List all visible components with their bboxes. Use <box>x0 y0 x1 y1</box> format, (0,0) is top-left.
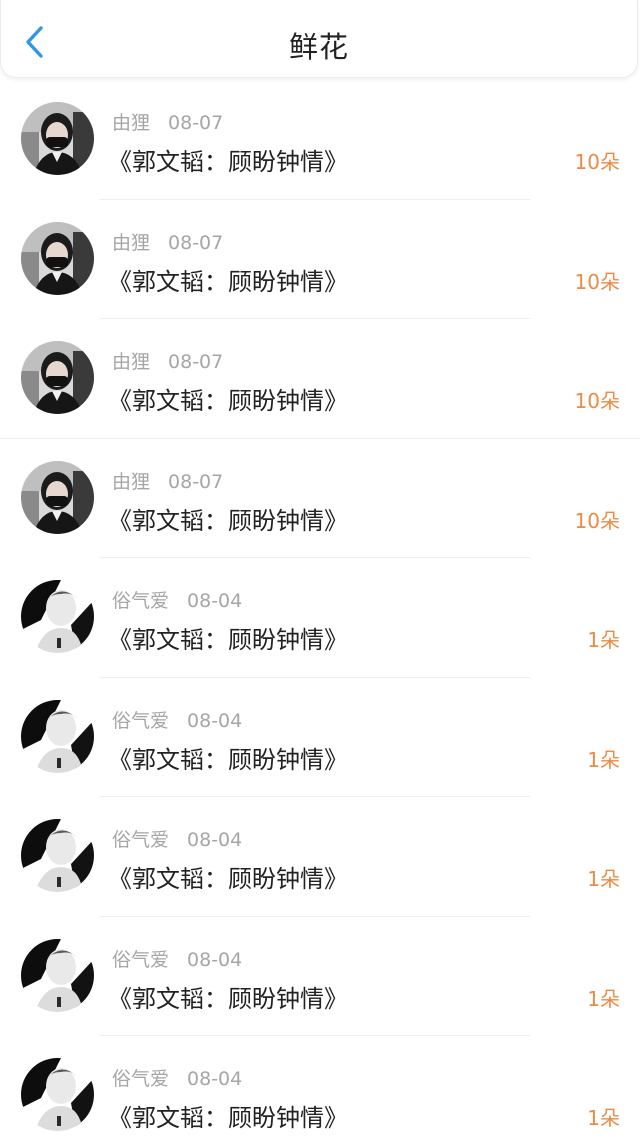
book-title: 《郭文韬：顾盼钟情》 <box>108 267 348 296</box>
date-label: 08-04 <box>187 829 243 851</box>
list-item[interactable]: 由狸 08-07 《郭文韬：顾盼钟情》 10朵 <box>0 200 640 319</box>
avatar[interactable] <box>21 102 94 175</box>
item-meta: 俗气爱 08-04 <box>112 586 242 613</box>
avatar-image <box>21 580 94 653</box>
avatar-image <box>21 699 94 773</box>
screen: 鲜花 由狸 08-07 《郭文韬：顾盼钟情》 10朵 由狸 08-07 《郭文韬… <box>0 0 640 1148</box>
book-title: 《郭文韬：顾盼钟情》 <box>108 1104 348 1132</box>
avatar[interactable] <box>21 938 94 1012</box>
flower-count: 1朵 <box>587 628 620 652</box>
date-label: 08-04 <box>187 948 243 971</box>
date-label: 08-07 <box>168 351 224 373</box>
flower-count: 10朵 <box>574 508 620 533</box>
flower-count: 10朵 <box>574 389 620 413</box>
list-item[interactable]: 由狸 08-07 《郭文韬：顾盼钟情》 10朵 <box>0 319 640 439</box>
avatar-image <box>21 938 94 1012</box>
flower-count: 10朵 <box>574 269 620 294</box>
username: 由狸 <box>112 231 151 254</box>
date-label: 08-04 <box>187 590 243 612</box>
book-title: 《郭文韬：顾盼钟情》 <box>108 387 348 415</box>
date-label: 08-07 <box>168 112 224 134</box>
username: 俗气爱 <box>112 829 170 851</box>
username: 俗气爱 <box>112 709 170 732</box>
avatar[interactable] <box>21 341 94 414</box>
avatar[interactable] <box>21 580 94 653</box>
item-meta: 由狸 08-07 <box>112 108 223 135</box>
date-label: 08-04 <box>187 1068 243 1090</box>
item-meta: 由狸 08-07 <box>112 467 223 494</box>
page-title: 鲜花 <box>288 30 349 64</box>
username: 俗气爱 <box>112 1068 170 1090</box>
avatar-image <box>21 1058 94 1131</box>
book-title: 《郭文韬：顾盼钟情》 <box>108 984 348 1013</box>
avatar-image <box>21 819 94 892</box>
book-title: 《郭文韬：顾盼钟情》 <box>108 865 348 893</box>
flower-count: 1朵 <box>587 747 620 772</box>
list-item[interactable]: 由狸 08-07 《郭文韬：顾盼钟情》 10朵 <box>0 439 640 558</box>
date-label: 08-04 <box>187 709 243 732</box>
book-title: 《郭文韬：顾盼钟情》 <box>108 148 348 176</box>
avatar[interactable] <box>21 221 94 295</box>
list-item[interactable]: 俗气爱 08-04 《郭文韬：顾盼钟情》 1朵 <box>0 917 640 1036</box>
flower-count: 1朵 <box>587 867 620 891</box>
avatar-image <box>21 221 94 295</box>
flower-count: 1朵 <box>587 986 620 1011</box>
avatar[interactable] <box>21 819 94 892</box>
header-bar: 鲜花 <box>0 0 638 78</box>
item-meta: 俗气爱 08-04 <box>112 1064 242 1091</box>
list-item[interactable]: 俗气爱 08-04 《郭文韬：顾盼钟情》 1朵 <box>0 797 640 917</box>
username: 由狸 <box>112 351 151 373</box>
avatar[interactable] <box>21 460 94 534</box>
item-meta: 俗气爱 08-04 <box>112 706 242 733</box>
flower-gift-list: 由狸 08-07 《郭文韬：顾盼钟情》 10朵 由狸 08-07 《郭文韬：顾盼钟情… <box>0 80 640 1148</box>
avatar-image <box>21 341 94 414</box>
flower-count: 1朵 <box>587 1106 620 1130</box>
username: 由狸 <box>112 470 151 493</box>
book-title: 《郭文韬：顾盼钟情》 <box>108 506 348 535</box>
date-label: 08-07 <box>168 470 224 493</box>
avatar-image <box>21 102 94 175</box>
avatar[interactable] <box>21 699 94 773</box>
list-item[interactable]: 俗气爱 08-04 《郭文韬：顾盼钟情》 1朵 <box>0 558 640 678</box>
avatar[interactable] <box>21 1058 94 1131</box>
item-meta: 俗气爱 08-04 <box>112 825 242 852</box>
item-meta: 由狸 08-07 <box>112 228 223 255</box>
list-item[interactable]: 由狸 08-07 《郭文韬：顾盼钟情》 10朵 <box>0 80 640 200</box>
username: 由狸 <box>112 112 151 134</box>
item-meta: 俗气爱 08-04 <box>112 945 242 972</box>
item-meta: 由狸 08-07 <box>112 347 223 374</box>
date-label: 08-07 <box>168 231 224 254</box>
list-item[interactable]: 俗气爱 08-04 《郭文韬：顾盼钟情》 1朵 <box>0 678 640 797</box>
username: 俗气爱 <box>112 590 170 612</box>
flower-count: 10朵 <box>574 150 620 174</box>
book-title: 《郭文韬：顾盼钟情》 <box>108 626 348 654</box>
list-item[interactable]: 俗气爱 08-04 《郭文韬：顾盼钟情》 1朵 <box>0 1036 640 1148</box>
username: 俗气爱 <box>112 948 170 971</box>
avatar-image <box>21 460 94 534</box>
book-title: 《郭文韬：顾盼钟情》 <box>108 745 348 774</box>
